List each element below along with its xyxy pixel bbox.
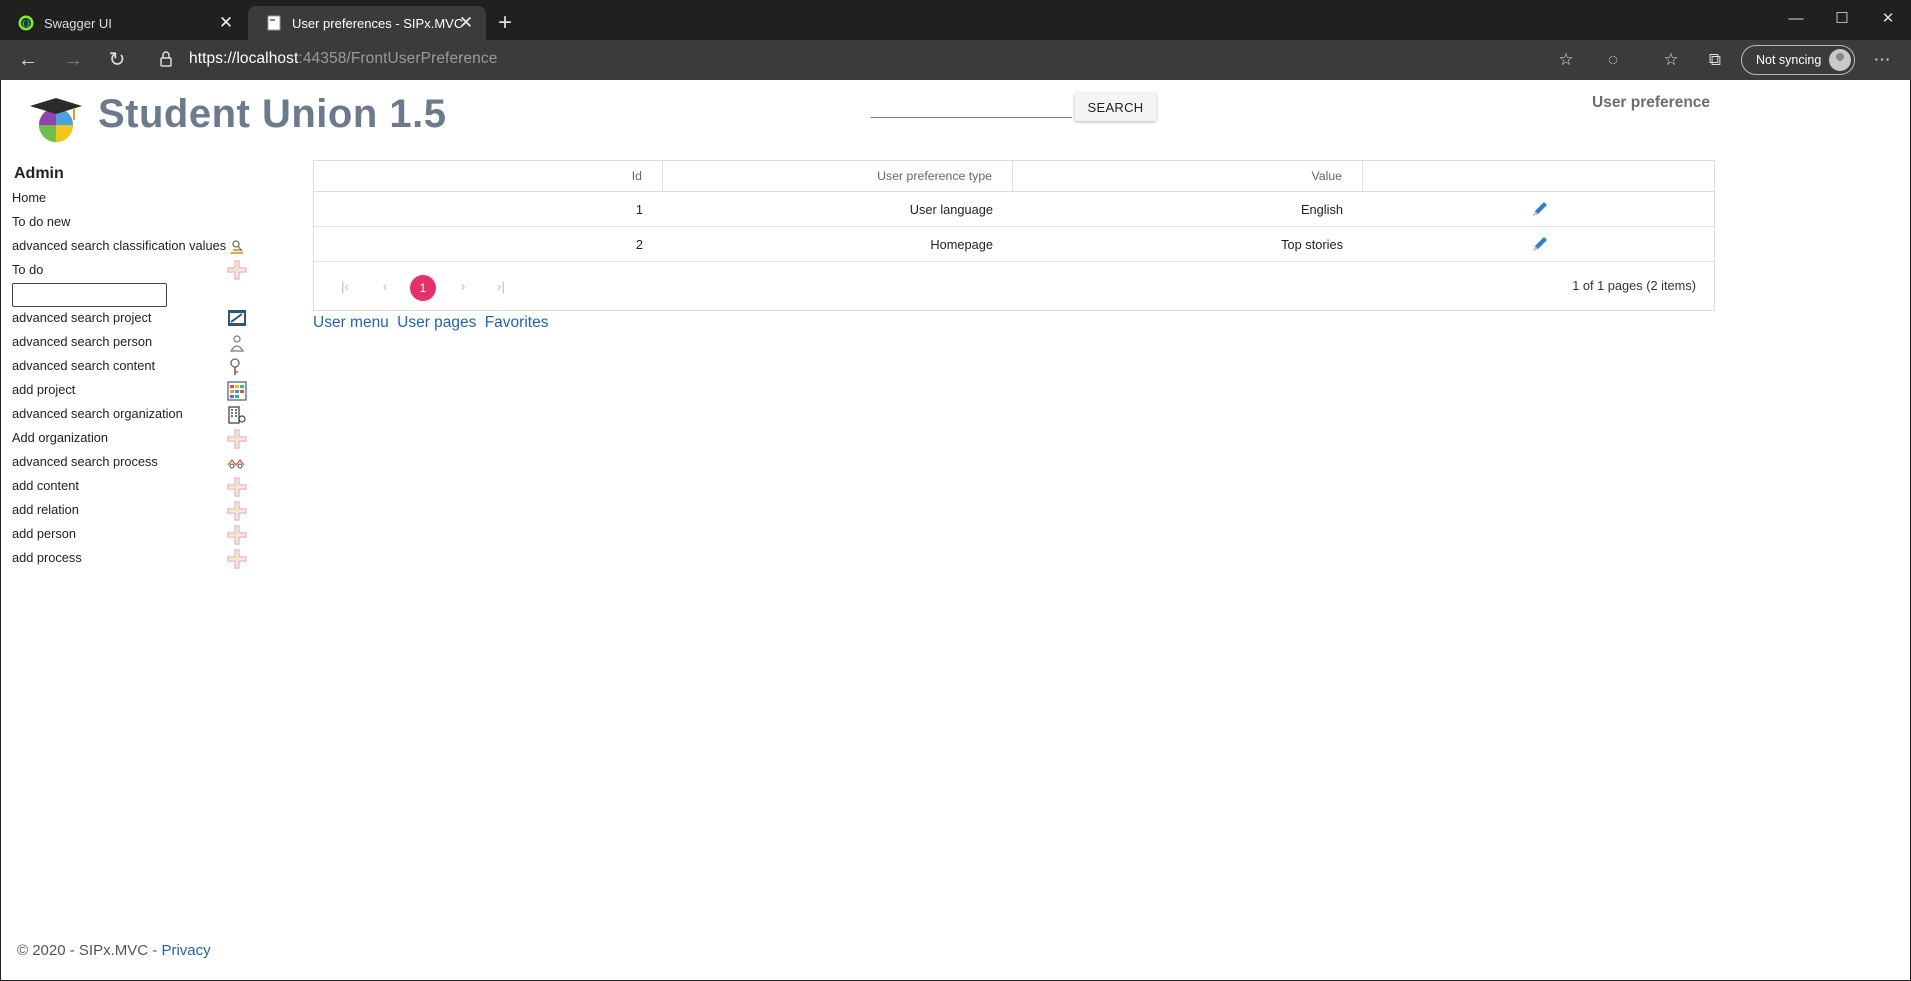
sync-label: Not syncing [1756, 53, 1822, 67]
search-input[interactable] [871, 96, 1072, 118]
plus-icon[interactable] [227, 525, 247, 545]
app-title: Student Union 1.5 [98, 92, 447, 136]
to-do-input[interactable] [12, 283, 167, 307]
content-search-icon[interactable] [227, 357, 247, 377]
user-menu-link[interactable]: User menu [313, 314, 389, 331]
plus-icon[interactable] [227, 501, 247, 521]
sidebar-item-adv-search-classification[interactable]: advanced search classification values [12, 238, 226, 253]
pencil-icon[interactable] [1530, 234, 1550, 254]
sidebar-item-to-do-new[interactable]: To do new [12, 214, 70, 229]
sidebar-item-adv-search-process[interactable]: advanced search process [12, 454, 158, 469]
sidebar-item-home[interactable]: Home [12, 190, 46, 205]
favorites-icon[interactable]: ☆ [1659, 48, 1683, 72]
footer: © 2020 - SIPx.MVC - Privacy [17, 942, 211, 959]
sidebar-item-adv-search-person[interactable]: advanced search person [12, 334, 152, 349]
sidebar-item-add-process[interactable]: add process [12, 550, 82, 565]
sidebar-title: Admin [14, 165, 64, 182]
cell-value: Top stories [1281, 237, 1343, 252]
close-icon[interactable]: ✕ [456, 13, 476, 33]
plus-icon[interactable] [227, 260, 247, 280]
plus-icon[interactable] [227, 549, 247, 569]
tab-strip: {} Swagger UI ✕ User preferences - SIPx.… [0, 0, 1911, 40]
plus-icon[interactable] [227, 477, 247, 497]
page-icon [267, 15, 281, 31]
tab-title: Swagger UI [44, 15, 112, 31]
tab-swagger[interactable]: {} Swagger UI ✕ [0, 6, 246, 40]
column-header-actions [1363, 161, 1714, 191]
pager-info: 1 of 1 pages (2 items) [1572, 278, 1696, 293]
project-search-icon[interactable] [227, 308, 247, 328]
sidebar-item-add-organization[interactable]: Add organization [12, 430, 108, 445]
page-number-button[interactable]: 1 [410, 275, 436, 301]
address-bar[interactable]: https://localhost:44358/FrontUserPrefere… [189, 50, 497, 68]
page-content: Student Union 1.5 SEARCH User preference… [0, 80, 1911, 981]
url-host: https://localhost [189, 50, 299, 67]
footer-text: © 2020 - SIPx.MVC - [17, 942, 162, 959]
user-pages-link[interactable]: User pages [397, 314, 476, 331]
person-search-icon[interactable] [227, 333, 247, 353]
more-icon[interactable]: ⋯ [1870, 48, 1894, 72]
cell-type: Homepage [930, 237, 993, 252]
graduation-logo-icon [30, 98, 82, 142]
browser-toolbar: ← → ↻ https://localhost:44358/FrontUserP… [0, 40, 1911, 80]
maximize-icon[interactable]: ☐ [1819, 4, 1865, 34]
page-links: User menu User pages Favorites [313, 314, 552, 332]
table-row: 1 User language English [314, 192, 1714, 227]
cell-type: User language [909, 202, 993, 217]
sidebar-item-adv-search-project[interactable]: advanced search project [12, 310, 151, 325]
search-button[interactable]: SEARCH [1075, 93, 1156, 121]
first-page-icon[interactable]: |‹ [335, 277, 355, 297]
close-icon[interactable]: ✕ [216, 13, 236, 33]
lock-icon[interactable] [160, 51, 172, 67]
next-page-icon[interactable]: › [453, 277, 473, 297]
column-header-type[interactable]: User preference type [663, 161, 1013, 191]
add-project-icon[interactable] [227, 381, 247, 401]
forward-icon[interactable]: → [59, 46, 87, 74]
sidebar-item-add-content[interactable]: add content [12, 478, 79, 493]
collections-icon[interactable]: ⧉ [1703, 48, 1727, 72]
sidebar-item-adv-search-content[interactable]: advanced search content [12, 358, 155, 373]
sidebar-item-add-project[interactable]: add project [12, 382, 75, 397]
plus-icon[interactable] [227, 429, 247, 449]
grid-header: Id User preference type Value [314, 161, 1714, 192]
user-preference-grid: Id User preference type Value 1 User lan… [313, 160, 1715, 311]
window-close-icon[interactable]: ✕ [1865, 4, 1911, 34]
browser-chrome: {} Swagger UI ✕ User preferences - SIPx.… [0, 0, 1911, 80]
cell-value: English [1301, 202, 1343, 217]
new-tab-icon[interactable]: + [494, 11, 516, 37]
table-row: 2 Homepage Top stories [314, 227, 1714, 262]
cell-id: 1 [635, 202, 643, 217]
pencil-icon[interactable] [1530, 199, 1550, 219]
column-header-id[interactable]: Id [314, 161, 663, 191]
url-path: :44358/FrontUserPreference [298, 50, 498, 67]
refresh-icon[interactable]: ↻ [103, 46, 131, 74]
classification-search-icon[interactable] [227, 237, 247, 257]
back-icon[interactable]: ← [14, 46, 42, 74]
svg-text:{}: {} [22, 20, 31, 28]
sidebar-item-adv-search-organization[interactable]: advanced search organization [12, 406, 183, 421]
pager: |‹ ‹ 1 › ›| 1 of 1 pages (2 items) [314, 263, 1714, 310]
last-page-icon[interactable]: ›| [491, 277, 511, 297]
column-header-value[interactable]: Value [1013, 161, 1363, 191]
cell-id: 2 [635, 237, 643, 252]
tab-title: User preferences - SIPx.MVC [292, 15, 464, 31]
tab-user-preferences[interactable]: User preferences - SIPx.MVC ✕ [248, 6, 486, 40]
privacy-link[interactable]: Privacy [161, 942, 210, 959]
process-search-icon[interactable] [227, 453, 247, 473]
tracking-prevention-icon[interactable]: ◌ [1601, 48, 1625, 72]
favorites-link[interactable]: Favorites [485, 314, 549, 331]
sidebar-item-to-do[interactable]: To do [12, 262, 43, 277]
sidebar-item-add-relation[interactable]: add relation [12, 502, 79, 517]
swagger-icon: {} [18, 15, 34, 31]
organization-search-icon[interactable] [227, 405, 247, 425]
avatar [1829, 49, 1851, 71]
sidebar-item-add-person[interactable]: add person [12, 526, 76, 541]
add-favorite-icon[interactable]: ☆ [1554, 48, 1578, 72]
page-title: User preference [1592, 94, 1711, 111]
prev-page-icon[interactable]: ‹ [375, 277, 395, 297]
minimize-icon[interactable]: — [1773, 4, 1819, 34]
sync-button[interactable]: Not syncing [1741, 45, 1855, 75]
